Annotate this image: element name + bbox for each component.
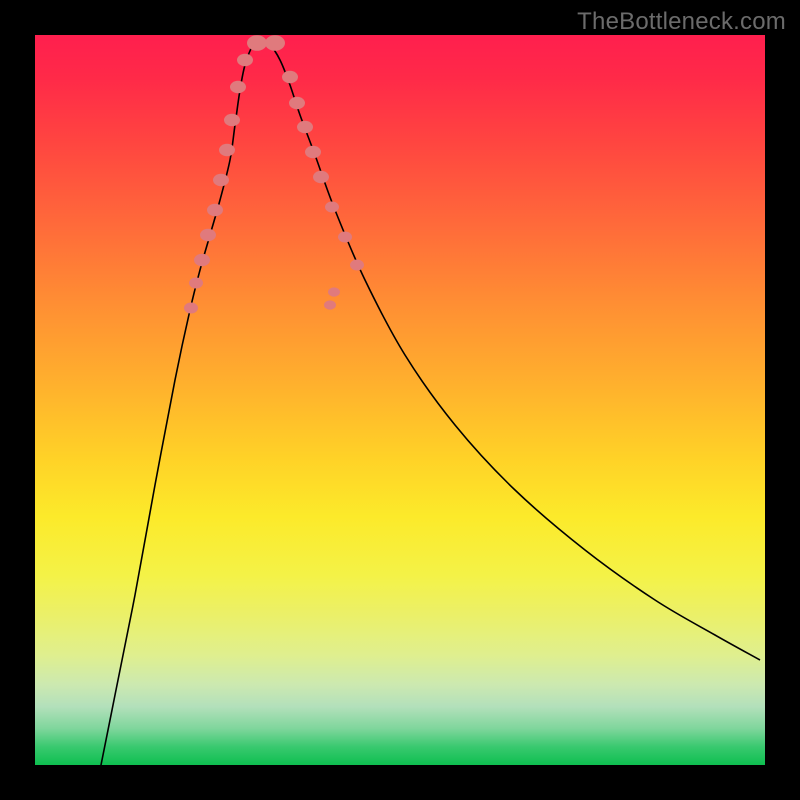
outer-frame: TheBottleneck.com	[0, 0, 800, 800]
data-markers	[184, 35, 364, 313]
data-marker	[265, 35, 285, 51]
data-marker	[219, 144, 235, 156]
chart-svg	[35, 35, 765, 765]
data-marker	[350, 260, 364, 271]
data-marker	[325, 202, 339, 213]
data-marker	[200, 229, 216, 241]
data-marker	[194, 254, 210, 266]
data-marker	[213, 174, 229, 186]
data-marker	[313, 171, 329, 183]
data-marker	[184, 303, 198, 314]
bottleneck-curve	[100, 41, 760, 765]
data-marker	[297, 121, 313, 133]
data-marker	[305, 146, 321, 158]
data-marker	[237, 54, 253, 66]
plot-area	[35, 35, 765, 765]
data-marker	[338, 232, 352, 243]
data-marker	[324, 300, 336, 309]
data-marker	[282, 71, 298, 83]
data-marker	[289, 97, 305, 109]
data-marker	[328, 287, 340, 296]
data-marker	[189, 278, 203, 289]
data-marker	[224, 114, 240, 126]
watermark-text: TheBottleneck.com	[577, 8, 786, 36]
data-marker	[230, 81, 246, 93]
data-marker	[247, 35, 267, 51]
data-marker	[207, 204, 223, 216]
